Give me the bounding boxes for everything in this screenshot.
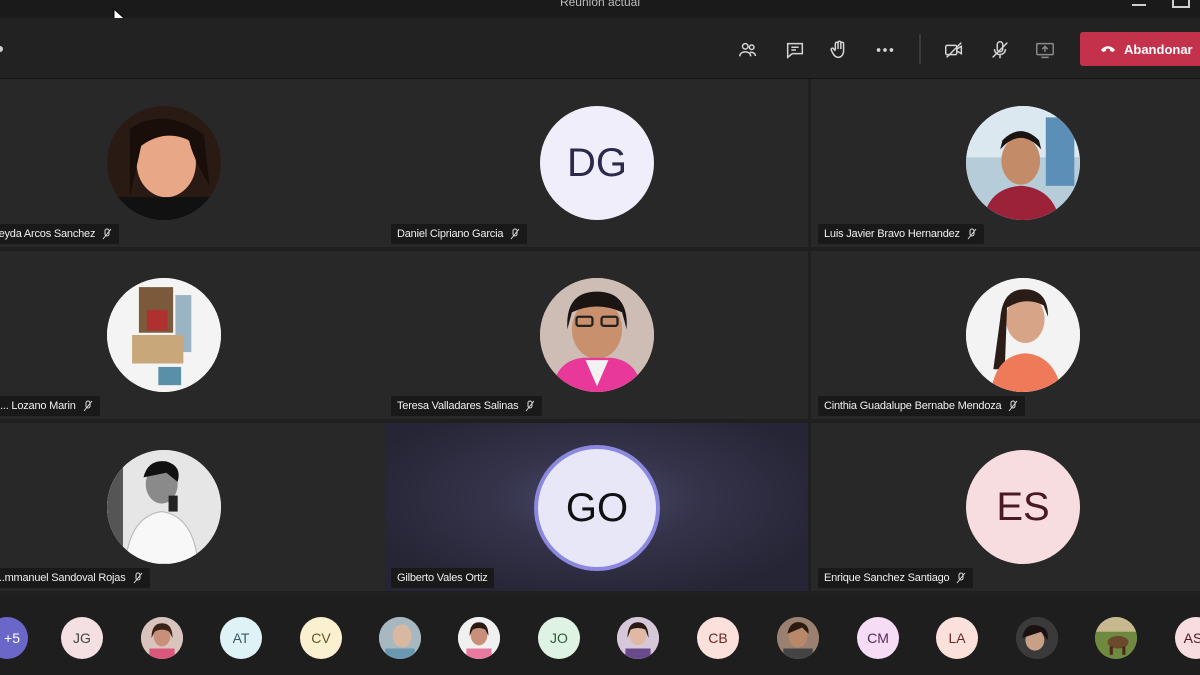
participant-name: Gilberto Vales Ortiz bbox=[391, 568, 494, 588]
strip-avatar[interactable]: LA bbox=[936, 617, 978, 659]
strip-avatar[interactable]: JG bbox=[61, 617, 103, 659]
strip-avatar[interactable]: AS bbox=[1175, 617, 1200, 659]
strip-photo-avatar[interactable] bbox=[379, 617, 421, 659]
share-screen-icon[interactable] bbox=[1033, 38, 1057, 62]
participant-name: ...mmanuel Sandoval Rojas bbox=[0, 568, 150, 588]
leave-label: Abandonar bbox=[1124, 41, 1193, 57]
window-title: Reunión actual bbox=[559, 0, 641, 9]
camera-off-icon[interactable] bbox=[942, 38, 966, 62]
meeting-toolbar: Abandonar bbox=[0, 18, 1200, 79]
strip-photo-avatar[interactable] bbox=[141, 617, 183, 659]
participant-tile[interactable]: ... Lozano Marin bbox=[0, 251, 385, 419]
strip-avatar[interactable]: CV bbox=[300, 617, 342, 659]
strip-avatar[interactable]: CB bbox=[697, 617, 739, 659]
strip-photo-avatar[interactable] bbox=[1095, 617, 1137, 659]
participant-tile[interactable]: Cinthia Guadalupe Bernabe Mendoza bbox=[811, 251, 1200, 419]
participant-photo bbox=[540, 278, 654, 392]
participant-photo bbox=[107, 450, 221, 564]
participant-tile[interactable]: ...eyda Arcos Sanchez bbox=[0, 79, 385, 247]
strip-photo-avatar[interactable] bbox=[617, 617, 659, 659]
hang-up-icon bbox=[1101, 46, 1115, 52]
mic-muted-icon bbox=[510, 228, 520, 240]
mic-muted-icon bbox=[525, 400, 535, 412]
strip-photo-avatar[interactable] bbox=[777, 617, 819, 659]
leave-button[interactable]: Abandonar bbox=[1080, 32, 1200, 66]
participant-name: Luis Javier Bravo Hernandez bbox=[818, 224, 984, 244]
mic-muted-icon bbox=[83, 400, 93, 412]
participant-tile[interactable]: Teresa Valladares Salinas bbox=[385, 251, 808, 419]
strip-avatar[interactable]: AT bbox=[220, 617, 262, 659]
mic-muted-icon bbox=[957, 572, 966, 584]
toolbar-edge-dot bbox=[0, 46, 3, 52]
participant-strip: +5 JG AT CV JO CB CM LA AS bbox=[0, 597, 1200, 675]
participant-name: Enrique Sanchez Santiago bbox=[818, 568, 974, 588]
mic-muted-icon bbox=[102, 228, 112, 240]
chat-icon[interactable] bbox=[783, 38, 807, 62]
participant-name: Daniel Cipriano Garcia bbox=[391, 224, 528, 244]
strip-photo-avatar[interactable] bbox=[458, 617, 500, 659]
mic-muted-icon bbox=[133, 572, 142, 584]
participant-name: ... Lozano Marin bbox=[0, 396, 100, 416]
mic-off-icon[interactable] bbox=[988, 38, 1012, 62]
title-bar: Reunión actual bbox=[0, 0, 1200, 18]
participants-icon[interactable] bbox=[736, 38, 760, 62]
raise-hand-icon[interactable] bbox=[827, 38, 851, 62]
strip-photo-avatar[interactable] bbox=[1016, 617, 1058, 659]
participant-name: ...eyda Arcos Sanchez bbox=[0, 224, 120, 244]
participant-name: Teresa Valladares Salinas bbox=[391, 396, 543, 416]
initials-avatar: ES bbox=[966, 450, 1080, 564]
participant-tile[interactable]: ES Enrique Sanchez Santiago bbox=[811, 423, 1200, 591]
participant-photo bbox=[966, 106, 1080, 220]
toolbar-divider bbox=[919, 34, 921, 64]
overflow-count-avatar[interactable]: +5 bbox=[0, 617, 28, 659]
minimize-icon[interactable] bbox=[1132, 0, 1146, 6]
mic-muted-icon bbox=[967, 228, 977, 240]
participant-photo bbox=[966, 278, 1080, 392]
more-icon[interactable] bbox=[873, 38, 897, 62]
participant-tile[interactable]: ...mmanuel Sandoval Rojas bbox=[0, 423, 385, 591]
participant-tile[interactable]: DG Daniel Cipriano Garcia bbox=[385, 79, 808, 247]
participant-photo bbox=[107, 278, 221, 392]
mic-muted-icon bbox=[1009, 400, 1018, 412]
participant-name: Cinthia Guadalupe Bernabe Mendoza bbox=[818, 396, 1026, 416]
strip-avatar[interactable]: JO bbox=[538, 617, 580, 659]
initials-avatar: GO bbox=[534, 445, 660, 571]
participant-tile-speaking[interactable]: GO Gilberto Vales Ortiz bbox=[385, 423, 808, 591]
participant-tile[interactable]: Luis Javier Bravo Hernandez bbox=[811, 79, 1200, 247]
restore-icon[interactable] bbox=[1172, 0, 1190, 8]
initials-avatar: DG bbox=[540, 106, 654, 220]
video-grid: ...eyda Arcos Sanchez DG Daniel Cipriano… bbox=[0, 79, 1200, 595]
participant-photo bbox=[107, 106, 221, 220]
strip-avatar[interactable]: CM bbox=[857, 617, 899, 659]
